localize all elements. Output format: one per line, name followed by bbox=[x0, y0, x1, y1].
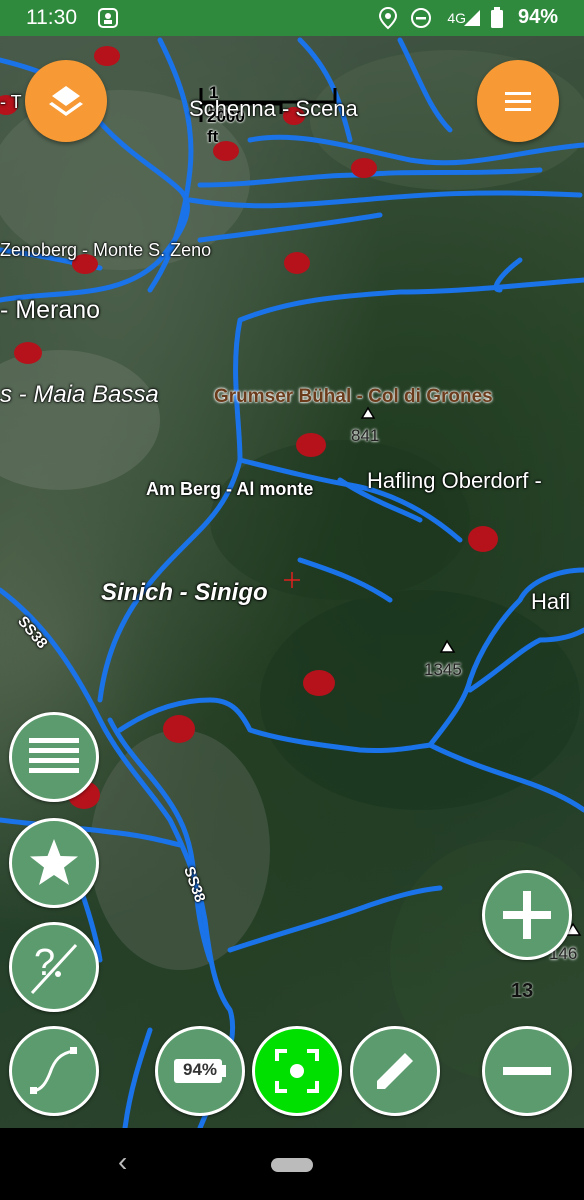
place-grumser: Grumser Bühal - Col di Grones bbox=[214, 386, 493, 407]
menu-button[interactable] bbox=[477, 60, 559, 142]
center-location-icon bbox=[275, 1049, 319, 1093]
do-not-disturb-icon bbox=[410, 6, 432, 36]
route-button[interactable] bbox=[9, 1026, 99, 1116]
app-notification-icon bbox=[96, 6, 120, 36]
edit-button[interactable] bbox=[350, 1026, 440, 1116]
home-pill[interactable] bbox=[271, 1158, 313, 1172]
zoom-level: 13 bbox=[511, 980, 534, 1002]
layers-icon bbox=[49, 86, 83, 116]
layers-button[interactable] bbox=[25, 60, 107, 142]
route-icon bbox=[30, 1047, 77, 1094]
favorites-button[interactable] bbox=[9, 818, 99, 908]
hamburger-menu-icon bbox=[505, 92, 531, 111]
status-time: 11:30 bbox=[26, 6, 77, 29]
help-search-icon: ? bbox=[30, 942, 78, 995]
battery-status-button[interactable]: 94% bbox=[155, 1026, 245, 1116]
place-am-berg: Am Berg - Al monte bbox=[146, 479, 314, 499]
place-zenoberg: Zenoberg - Monte S. Zeno bbox=[0, 240, 212, 260]
peak-841: 841 bbox=[351, 426, 380, 445]
place-hafl: Hafl bbox=[531, 589, 571, 614]
star-icon bbox=[30, 839, 78, 885]
peak-1345: 1345 bbox=[424, 660, 462, 679]
place-hafling-oberdorf: Hafling Oberdorf - bbox=[367, 468, 542, 493]
battery-icon bbox=[490, 6, 504, 36]
search-help-button[interactable]: ? bbox=[9, 922, 99, 1012]
zoom-in-button[interactable] bbox=[482, 870, 572, 960]
location-icon bbox=[378, 6, 398, 36]
status-bar: 11:30 4G 94% bbox=[0, 0, 584, 36]
place-top-left: - T bbox=[0, 92, 22, 112]
pencil-icon bbox=[377, 1053, 413, 1089]
minus-icon bbox=[503, 1067, 551, 1075]
plus-icon bbox=[503, 891, 551, 939]
android-nav-bar: ‹ bbox=[0, 1128, 584, 1200]
zoom-out-button[interactable] bbox=[482, 1026, 572, 1116]
signal-icon bbox=[462, 6, 482, 36]
place-schenna: Schenna - Scena bbox=[189, 96, 358, 121]
center-location-button[interactable] bbox=[252, 1026, 342, 1116]
battery-label: 94% bbox=[182, 1060, 218, 1079]
list-icon bbox=[29, 738, 79, 773]
place-merano: - Merano bbox=[0, 296, 101, 324]
back-icon[interactable]: ‹ bbox=[118, 1146, 127, 1178]
place-maia-bassa: s - Maia Bassa bbox=[0, 381, 159, 408]
battery-percent: 94% bbox=[517, 6, 558, 28]
list-button[interactable] bbox=[9, 712, 99, 802]
place-sinich: Sinich - Sinigo bbox=[101, 579, 268, 606]
